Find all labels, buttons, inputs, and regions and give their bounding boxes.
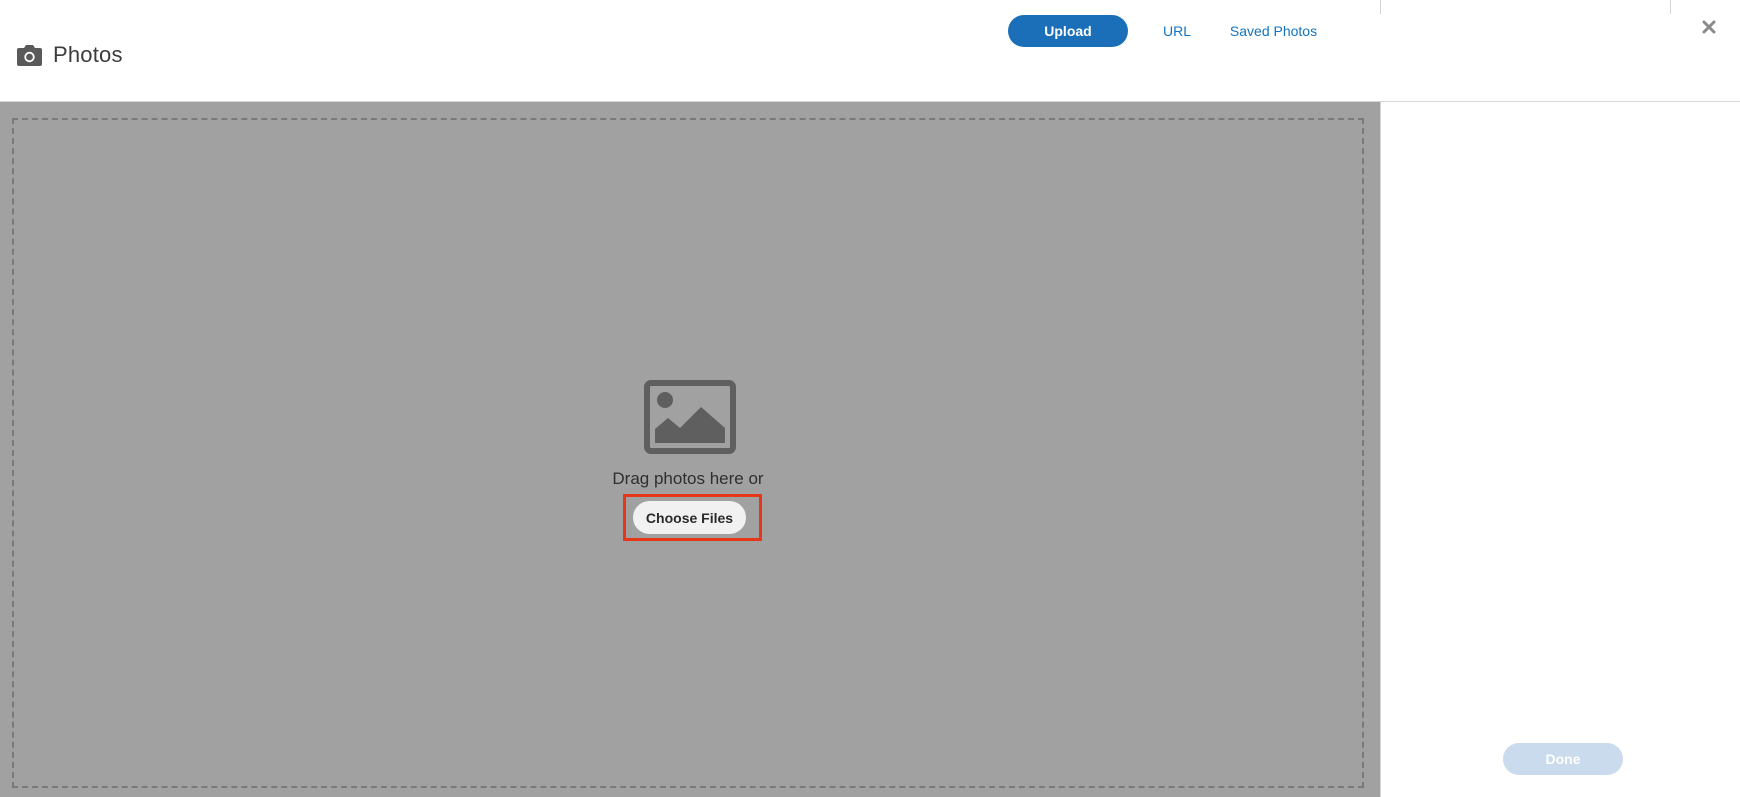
camera-icon	[17, 45, 42, 66]
tab-saved-photos[interactable]: Saved Photos	[1226, 15, 1321, 47]
drop-instructions: Drag photos here or	[612, 469, 764, 488]
choose-files-button[interactable]: Choose Files	[633, 501, 746, 534]
upload-panel: Drag photos here or Choose Files	[0, 102, 1380, 797]
title-group: Photos	[16, 38, 123, 72]
close-icon	[1702, 20, 1716, 34]
photos-dialog: Photos Upload URL Saved Photos Drag phot…	[0, 0, 1740, 797]
drop-zone-content: Drag photos here or Choose Files	[14, 120, 1362, 786]
close-button[interactable]	[1698, 16, 1720, 38]
page-title: Photos	[53, 42, 123, 67]
source-tabs: Upload URL Saved Photos	[1008, 15, 1321, 47]
drop-zone[interactable]: Drag photos here or Choose Files	[12, 118, 1364, 788]
dialog-header: Photos Upload URL Saved Photos	[0, 0, 1740, 102]
image-icon	[644, 380, 736, 454]
tab-url[interactable]: URL	[1146, 15, 1208, 47]
header-divider	[1670, 0, 1671, 14]
header-divider	[1380, 0, 1381, 14]
selection-panel: Done	[1380, 102, 1740, 797]
done-button[interactable]: Done	[1503, 743, 1623, 775]
tab-upload[interactable]: Upload	[1008, 15, 1128, 47]
